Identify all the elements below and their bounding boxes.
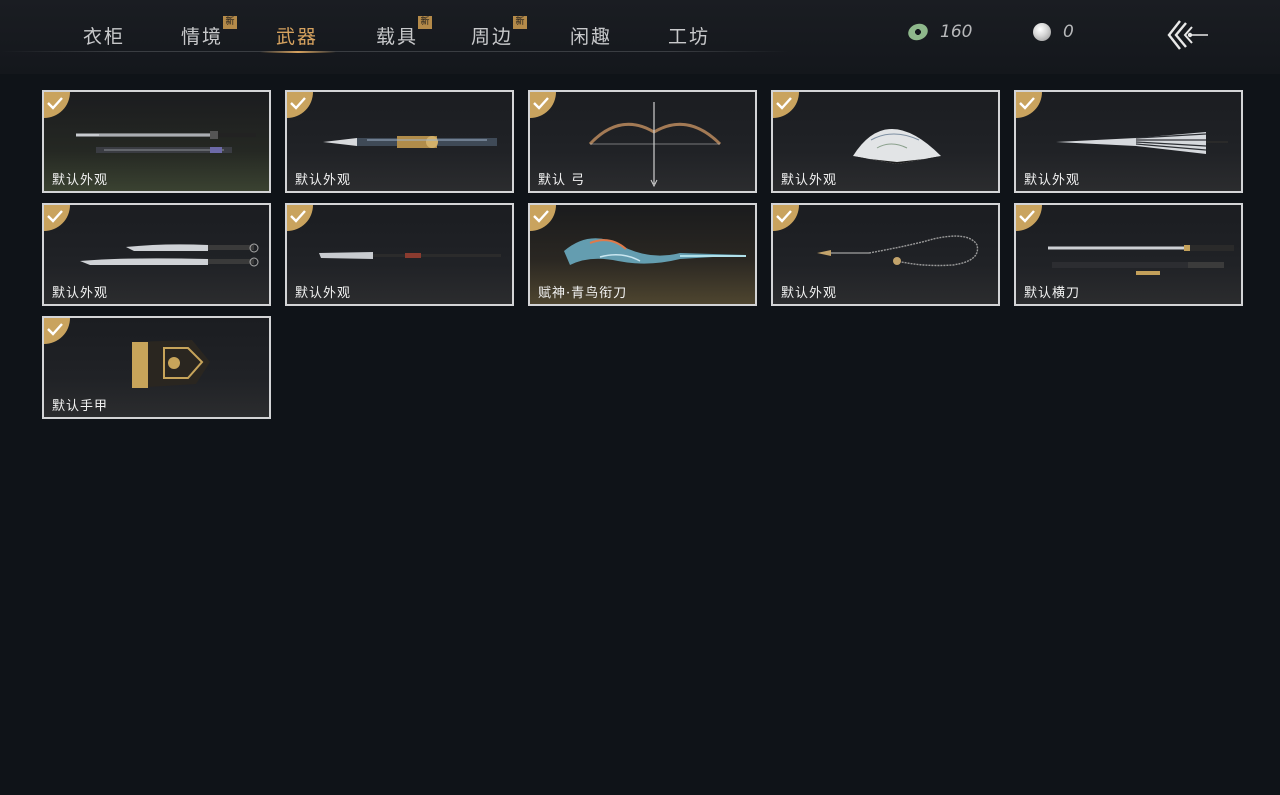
tab-label: 武器 [276, 26, 319, 48]
pearl-amount: 0 [1063, 22, 1074, 42]
tab-label: 闲趣 [570, 26, 613, 48]
weapon-card[interactable]: 默认外观 [285, 203, 514, 306]
tab-label: 情境 [181, 26, 224, 48]
back-button[interactable] [1166, 18, 1210, 52]
weapon-card[interactable]: 默认横刀 [1014, 203, 1243, 306]
jade-currency: 160 [905, 20, 973, 44]
equipped-check-icon [287, 92, 313, 118]
item-label: 默认外观 [781, 286, 838, 301]
jade-coin-icon [905, 21, 931, 43]
equipped-check-icon [1016, 92, 1042, 118]
item-label: 默认外观 [295, 173, 352, 188]
jade-amount: 160 [940, 22, 973, 42]
equipped-check-icon [44, 92, 70, 118]
equipped-check-icon [1016, 205, 1042, 231]
weapon-card[interactable]: 默认外观 [42, 203, 271, 306]
tab-label: 载具 [376, 26, 419, 48]
tab-label: 衣柜 [83, 26, 126, 48]
weapon-card[interactable]: 默认外观 [1014, 90, 1243, 193]
tab-leisure[interactable]: 闲趣 [570, 22, 612, 50]
weapon-card[interactable]: 赋神·青鸟衔刀 [528, 203, 757, 306]
tab-divider [0, 51, 790, 52]
item-label: 默认横刀 [1024, 286, 1081, 301]
weapon-card[interactable]: 默认外观 [771, 90, 1000, 193]
item-label: 默认外观 [295, 286, 352, 301]
equipped-check-icon [44, 318, 70, 344]
item-label: 默认手甲 [52, 399, 109, 414]
equipped-check-icon [530, 92, 556, 118]
tab-workshop[interactable]: 工坊 [668, 22, 710, 50]
active-tab-underline [260, 51, 337, 53]
item-label: 默认外观 [781, 173, 838, 188]
equipped-check-icon [530, 205, 556, 231]
weapon-card[interactable]: 默认外观 [285, 90, 514, 193]
equipped-check-icon [44, 205, 70, 231]
tab-scenario[interactable]: 情境 新 [181, 16, 238, 50]
item-label: 默认 弓 [538, 173, 586, 188]
pearl-currency: 0 [1033, 20, 1074, 44]
weapon-card[interactable]: 默认 弓 [528, 90, 757, 193]
weapon-card[interactable]: 默认手甲 [42, 316, 271, 419]
tab-wardrobe[interactable]: 衣柜 [83, 22, 125, 50]
weapon-card[interactable]: 默认外观 [771, 203, 1000, 306]
item-label: 默认外观 [52, 286, 109, 301]
top-bar: 衣柜 情境 新 武器 载具 新 周边 新 闲趣 工坊 160 0 [0, 0, 1280, 74]
item-label: 赋神·青鸟衔刀 [538, 286, 628, 301]
tab-label: 工坊 [668, 26, 711, 48]
tab-label: 周边 [471, 26, 514, 48]
new-badge: 新 [223, 16, 238, 29]
pearl-icon [1033, 23, 1051, 41]
new-badge: 新 [418, 16, 433, 29]
item-label: 默认外观 [52, 173, 109, 188]
tab-weapons[interactable]: 武器 [260, 22, 337, 53]
item-label: 默认外观 [1024, 173, 1081, 188]
tab-vehicles[interactable]: 载具 新 [376, 16, 433, 50]
new-badge: 新 [513, 16, 528, 29]
equipped-check-icon [773, 92, 799, 118]
tab-accessories[interactable]: 周边 新 [471, 16, 528, 50]
weapon-card[interactable]: 默认外观 [42, 90, 271, 193]
back-arrow-icon [1167, 20, 1208, 50]
equipped-check-icon [773, 205, 799, 231]
equipped-check-icon [287, 205, 313, 231]
